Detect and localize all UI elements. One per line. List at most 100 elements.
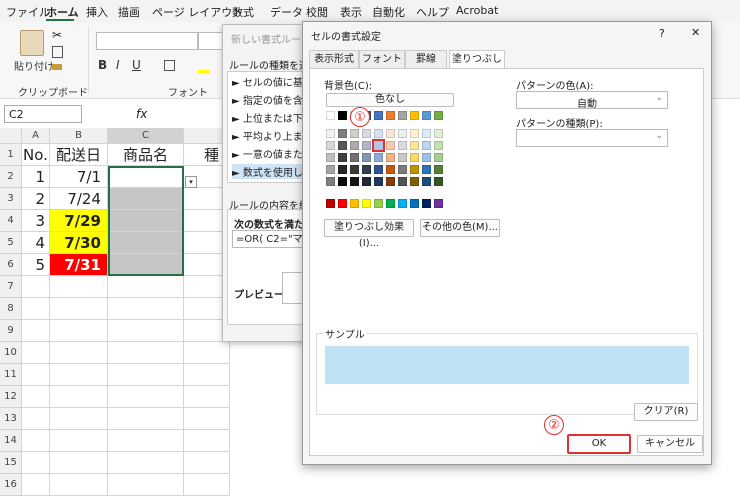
- table-cell[interactable]: [108, 430, 184, 452]
- color-swatch[interactable]: [326, 153, 335, 162]
- table-cell[interactable]: [22, 342, 50, 364]
- table-cell[interactable]: 7/1: [50, 166, 108, 188]
- color-swatch[interactable]: [372, 139, 385, 152]
- color-swatch[interactable]: [434, 199, 443, 208]
- table-cell[interactable]: 商品名: [108, 144, 184, 166]
- table-cell[interactable]: [108, 298, 184, 320]
- color-swatch[interactable]: [350, 199, 359, 208]
- color-swatch[interactable]: [326, 141, 335, 150]
- menu-item[interactable]: 挿入: [86, 4, 108, 20]
- table-cell[interactable]: [184, 364, 230, 386]
- tab-border[interactable]: 罫線: [405, 50, 447, 68]
- row-header[interactable]: 3: [0, 188, 22, 210]
- table-cell[interactable]: 配送日: [50, 144, 108, 166]
- color-swatch[interactable]: [326, 177, 335, 186]
- color-swatch[interactable]: [386, 177, 395, 186]
- color-swatch[interactable]: [398, 153, 407, 162]
- color-swatch[interactable]: [386, 141, 395, 150]
- menu-item[interactable]: 数式: [232, 4, 254, 20]
- row-header[interactable]: 13: [0, 408, 22, 430]
- clear-button[interactable]: クリア(R): [634, 403, 698, 421]
- table-cell[interactable]: [108, 342, 184, 364]
- menu-item[interactable]: 描画: [118, 4, 140, 20]
- select-all-corner[interactable]: [0, 128, 22, 144]
- close-button[interactable]: ✕: [691, 26, 700, 39]
- table-cell[interactable]: [22, 386, 50, 408]
- row-header[interactable]: 5: [0, 232, 22, 254]
- column-header[interactable]: B: [50, 128, 108, 144]
- fill-color-icon[interactable]: [198, 60, 210, 73]
- paste-label[interactable]: 貼り付け: [14, 58, 54, 73]
- underline-button[interactable]: U: [132, 58, 141, 72]
- row-header[interactable]: 14: [0, 430, 22, 452]
- color-swatch[interactable]: [386, 129, 395, 138]
- table-cell[interactable]: 3: [22, 210, 50, 232]
- color-swatch[interactable]: [434, 141, 443, 150]
- table-cell[interactable]: [22, 298, 50, 320]
- name-box[interactable]: C2: [4, 105, 82, 123]
- color-swatch[interactable]: [422, 165, 431, 174]
- table-cell[interactable]: [108, 474, 184, 496]
- help-button[interactable]: ?: [659, 27, 665, 40]
- color-swatch[interactable]: [410, 199, 419, 208]
- menu-item[interactable]: Acrobat: [456, 4, 498, 17]
- color-swatch[interactable]: [338, 177, 347, 186]
- color-swatch[interactable]: [326, 165, 335, 174]
- row-header[interactable]: 2: [0, 166, 22, 188]
- color-swatch[interactable]: [386, 199, 395, 208]
- menu-item[interactable]: 校閲: [306, 4, 328, 20]
- color-swatch[interactable]: [434, 153, 443, 162]
- table-cell[interactable]: [50, 430, 108, 452]
- table-cell[interactable]: [50, 320, 108, 342]
- row-header[interactable]: 7: [0, 276, 22, 298]
- font-name-combo[interactable]: [96, 32, 198, 50]
- column-header[interactable]: A: [22, 128, 50, 144]
- color-swatch[interactable]: [362, 129, 371, 138]
- table-cell[interactable]: [108, 276, 184, 298]
- table-cell[interactable]: [184, 342, 230, 364]
- table-cell[interactable]: 7/24: [50, 188, 108, 210]
- color-swatch[interactable]: [422, 141, 431, 150]
- table-cell[interactable]: [50, 342, 108, 364]
- color-swatch[interactable]: [374, 199, 383, 208]
- color-swatch[interactable]: [338, 199, 347, 208]
- menu-item[interactable]: ヘルプ: [416, 4, 449, 20]
- color-swatch[interactable]: [362, 199, 371, 208]
- color-swatch[interactable]: [350, 153, 359, 162]
- table-cell[interactable]: 2: [22, 188, 50, 210]
- dropdown-arrow-icon[interactable]: ▾: [185, 176, 197, 188]
- color-swatch[interactable]: [350, 129, 359, 138]
- menu-item[interactable]: 自動化: [372, 4, 405, 20]
- row-header[interactable]: 6: [0, 254, 22, 276]
- color-swatch[interactable]: [422, 199, 431, 208]
- color-swatch[interactable]: [374, 111, 383, 120]
- menu-item[interactable]: ホーム: [46, 4, 79, 20]
- color-swatch[interactable]: [434, 129, 443, 138]
- table-cell[interactable]: 7/29: [50, 210, 108, 232]
- table-cell[interactable]: [184, 408, 230, 430]
- more-colors-button[interactable]: その他の色(M)...: [420, 219, 500, 237]
- table-cell[interactable]: [184, 474, 230, 496]
- color-swatch[interactable]: [422, 153, 431, 162]
- table-cell[interactable]: [50, 298, 108, 320]
- font-size-combo[interactable]: [198, 32, 224, 50]
- color-swatch[interactable]: [338, 153, 347, 162]
- fill-effects-button[interactable]: 塗りつぶし効果(I)...: [324, 219, 414, 249]
- color-swatch[interactable]: [326, 111, 335, 120]
- color-swatch[interactable]: [422, 129, 431, 138]
- menu-item[interactable]: 表示: [340, 4, 362, 20]
- color-swatch[interactable]: [374, 153, 383, 162]
- color-swatch[interactable]: [338, 141, 347, 150]
- cancel-button[interactable]: キャンセル: [637, 435, 703, 453]
- table-cell[interactable]: [50, 474, 108, 496]
- table-cell[interactable]: [108, 386, 184, 408]
- menu-item[interactable]: ページ レイアウト: [152, 4, 243, 20]
- color-swatch[interactable]: [362, 165, 371, 174]
- table-cell[interactable]: 5: [22, 254, 50, 276]
- fx-icon[interactable]: fx: [136, 107, 147, 121]
- color-swatch[interactable]: [338, 111, 347, 120]
- table-cell[interactable]: [184, 386, 230, 408]
- table-cell[interactable]: [22, 430, 50, 452]
- row-header[interactable]: 9: [0, 320, 22, 342]
- border-icon[interactable]: [164, 60, 175, 71]
